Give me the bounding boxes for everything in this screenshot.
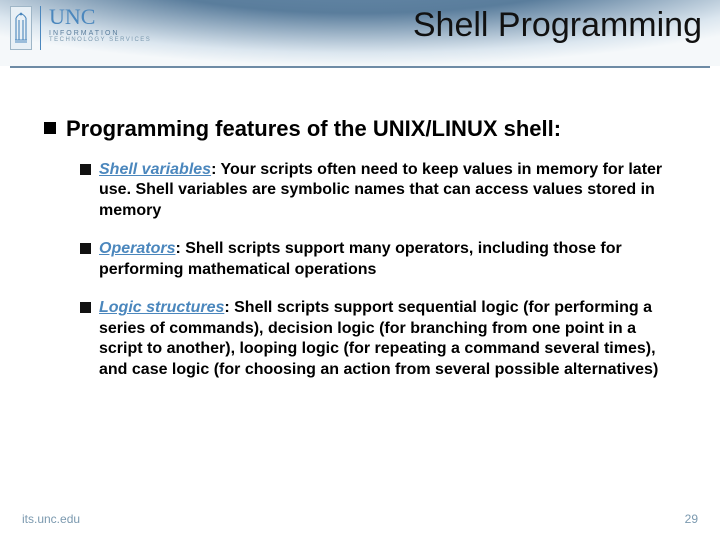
brand-text: UNC INFORMATION TECHNOLOGY SERVICES	[49, 6, 151, 43]
slide-body: Programming features of the UNIX/LINUX s…	[0, 80, 720, 380]
brand-name: UNC	[49, 6, 151, 28]
list-item: Shell variables: Your scripts often need…	[80, 160, 676, 221]
header: UNC INFORMATION TECHNOLOGY SERVICES Shel…	[0, 0, 720, 80]
item-term: Logic structures	[99, 299, 224, 316]
page-number: 29	[685, 512, 698, 526]
sub-bullet-icon	[80, 164, 91, 175]
footer-url: its.unc.edu	[22, 512, 80, 526]
bullet-list: Shell variables: Your scripts often need…	[44, 160, 676, 380]
heading-row: Programming features of the UNIX/LINUX s…	[44, 116, 676, 142]
sub-bullet-icon	[80, 243, 91, 254]
list-item-text: Shell variables: Your scripts often need…	[99, 160, 676, 221]
list-item: Logic structures: Shell scripts support …	[80, 298, 676, 380]
emphasis: decision logic	[268, 320, 375, 337]
sub-bullet-icon	[80, 302, 91, 313]
item-term: Shell variables	[99, 161, 211, 178]
brand-sub1: INFORMATION	[49, 30, 151, 37]
emphasis: looping logic	[239, 340, 339, 357]
slide-heading: Programming features of the UNIX/LINUX s…	[66, 116, 561, 142]
bullet-icon	[44, 122, 56, 134]
brand-sub2: TECHNOLOGY SERVICES	[49, 37, 151, 43]
list-item: Operators: Shell scripts support many op…	[80, 239, 676, 280]
list-item-text: Operators: Shell scripts support many op…	[99, 239, 676, 280]
emphasis: case logic	[132, 361, 209, 378]
logo-area: UNC INFORMATION TECHNOLOGY SERVICES	[10, 6, 151, 50]
emphasis: sequential logic	[398, 299, 519, 316]
footer: its.unc.edu 29	[0, 512, 720, 526]
old-well-icon	[10, 6, 32, 50]
header-rule	[10, 66, 710, 68]
item-term: Operators	[99, 240, 175, 257]
slide-title: Shell Programming	[413, 6, 702, 45]
slide: UNC INFORMATION TECHNOLOGY SERVICES Shel…	[0, 0, 720, 540]
list-item-text: Logic structures: Shell scripts support …	[99, 298, 676, 380]
logo-divider	[40, 6, 41, 50]
